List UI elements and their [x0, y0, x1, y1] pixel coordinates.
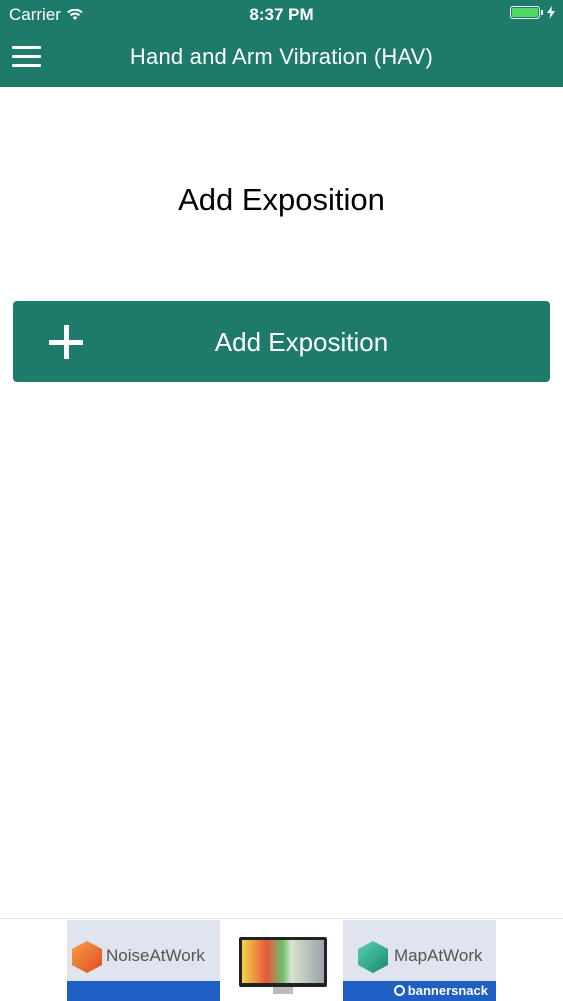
mapatwork-logo-icon [358, 941, 388, 973]
ad-panel-noiseatwork[interactable]: NoiseAtWork [67, 920, 220, 1001]
ad-panel-mapatwork[interactable]: MapAtWork bannersnack [343, 920, 496, 1001]
app-header: Carrier 8:37 PM Hand and Arm Vibration (… [0, 0, 563, 87]
battery-tip [541, 10, 543, 15]
ad-brand-right: MapAtWork [394, 946, 483, 965]
ad-panel-product-image[interactable] [220, 920, 343, 1001]
add-exposition-label: Add Exposition [214, 327, 389, 357]
charging-bolt-icon [547, 6, 555, 19]
ad-brand-left: NoiseAtWork [106, 946, 205, 965]
status-bar: Carrier 8:37 PM [0, 0, 563, 30]
noiseatwork-logo-icon [72, 941, 102, 973]
monitor-stand [273, 987, 293, 994]
ad-content[interactable]: NoiseAtWork MapAtWork bannersnack [67, 920, 496, 1001]
bannersnack-icon [393, 985, 405, 996]
monitor-screen [242, 940, 324, 983]
page-title: Hand and Arm Vibration (HAV) [129, 44, 434, 69]
navigation-bar: Hand and Arm Vibration (HAV) [0, 30, 563, 87]
bannersnack-badge: bannersnack [393, 983, 488, 998]
section-heading: Add Exposition [178, 182, 385, 217]
add-exposition-button[interactable]: Add Exposition [13, 301, 550, 382]
battery-icon [510, 6, 540, 19]
monitor-image-icon [239, 937, 327, 987]
ad-banner[interactable]: NoiseAtWork MapAtWork bannersnack [0, 918, 563, 1001]
status-time: 8:37 PM [249, 5, 314, 24]
bannersnack-label: bannersnack [407, 983, 488, 998]
battery-indicator [510, 6, 555, 19]
battery-fill [512, 8, 538, 17]
